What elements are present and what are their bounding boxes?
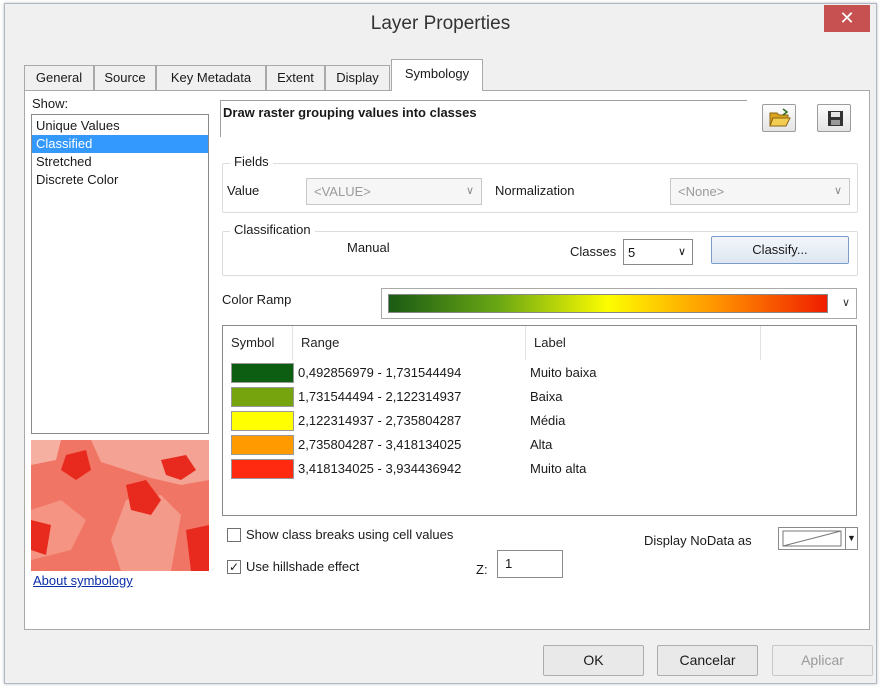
table-row[interactable]: 3,418134025 - 3,934436942 Muito alta <box>223 457 856 481</box>
show-label: Show: <box>32 96 69 111</box>
table-row[interactable]: 0,492856979 - 1,731544494 Muito baixa <box>223 361 856 385</box>
show-item-classified[interactable]: Classified <box>32 135 208 153</box>
show-item-stretched[interactable]: Stretched <box>32 153 208 171</box>
classify-button[interactable]: Classify... <box>711 236 849 264</box>
save-layer-file-button[interactable] <box>817 104 851 132</box>
chevron-down-icon: ∨ <box>841 297 850 309</box>
fields-group-title: Fields <box>230 154 273 169</box>
label-cell[interactable]: Muito alta <box>530 461 586 476</box>
layer-properties-dialog: Layer Properties ✕ General Source Key Me… <box>4 3 877 684</box>
hillshade-checkbox[interactable]: ✓ <box>227 560 241 574</box>
label-cell[interactable]: Baixa <box>530 389 563 404</box>
open-layer-file-button[interactable] <box>762 104 796 132</box>
range-cell[interactable]: 2,122314937 - 2,735804287 <box>298 413 461 428</box>
chevron-down-icon: ∨ <box>833 185 842 197</box>
apply-button[interactable]: Aplicar <box>772 645 873 676</box>
ok-button[interactable]: OK <box>543 645 644 676</box>
symbol-swatch[interactable] <box>231 411 294 431</box>
symbol-swatch[interactable] <box>231 459 294 479</box>
tab-source[interactable]: Source <box>94 65 156 90</box>
table-row[interactable]: 2,122314937 - 2,735804287 Média <box>223 409 856 433</box>
label-cell[interactable]: Média <box>530 413 565 428</box>
classes-label: Classes <box>570 244 617 259</box>
classification-group-title: Classification <box>230 222 315 237</box>
color-ramp-swatch <box>388 294 828 313</box>
tab-display[interactable]: Display <box>325 65 390 90</box>
show-item-discrete-color[interactable]: Discrete Color <box>32 171 208 189</box>
value-field-selected: <VALUE> <box>314 184 371 199</box>
normalization-select[interactable]: <None> ∨ <box>670 178 850 205</box>
show-class-breaks-label: Show class breaks using cell values <box>246 527 454 542</box>
color-ramp-select[interactable]: ∨ <box>381 288 857 319</box>
close-button[interactable]: ✕ <box>824 5 870 32</box>
nodata-swatch-icon <box>782 530 842 547</box>
show-class-breaks-checkbox[interactable] <box>227 528 241 542</box>
chevron-down-icon: ∨ <box>465 185 474 197</box>
z-factor-label: Z: <box>476 562 488 577</box>
folder-open-icon <box>769 108 791 127</box>
tab-extent[interactable]: Extent <box>266 65 325 90</box>
renderer-description: Draw raster grouping values into classes <box>220 100 747 137</box>
about-symbology-link[interactable]: About symbology <box>33 573 133 588</box>
floppy-disk-icon <box>828 111 843 126</box>
classification-method: Manual <box>347 240 390 255</box>
table-row[interactable]: 1,731544494 - 2,122314937 Baixa <box>223 385 856 409</box>
symbology-preview-image <box>31 440 209 571</box>
cancel-button[interactable]: Cancelar <box>657 645 758 676</box>
symbology-panel: Show: Unique Values Classified Stretched… <box>24 90 870 630</box>
show-list: Unique Values Classified Stretched Discr… <box>31 114 209 434</box>
value-field-label: Value <box>227 183 260 198</box>
range-cell[interactable]: 1,731544494 - 2,122314937 <box>298 389 461 404</box>
symbol-swatch[interactable] <box>231 387 294 407</box>
label-cell[interactable]: Muito baixa <box>530 365 596 380</box>
range-cell[interactable]: 2,735804287 - 3,418134025 <box>298 437 461 452</box>
normalization-selected: <None> <box>678 184 725 199</box>
tab-symbology[interactable]: Symbology <box>391 59 483 91</box>
label-cell[interactable]: Alta <box>530 437 552 452</box>
value-field-select[interactable]: <VALUE> ∨ <box>306 178 482 205</box>
color-ramp-label: Color Ramp <box>222 292 292 307</box>
classes-select[interactable]: 5 ∨ <box>623 239 693 265</box>
tab-key-metadata[interactable]: Key Metadata <box>156 65 266 90</box>
display-nodata-label: Display NoData as <box>644 533 752 548</box>
normalization-label: Normalization <box>495 183 575 198</box>
z-factor-input[interactable]: 1 <box>497 550 563 578</box>
table-row[interactable]: 2,735804287 - 3,418134025 Alta <box>223 433 856 457</box>
title-bar: Layer Properties ✕ <box>5 4 876 44</box>
dropdown-arrow-icon: ▼ <box>845 528 857 549</box>
hillshade-label: Use hillshade effect <box>246 559 360 574</box>
show-item-unique-values[interactable]: Unique Values <box>32 117 208 135</box>
column-header-range[interactable]: Range <box>293 326 526 360</box>
chevron-down-icon: ∨ <box>677 246 686 258</box>
column-header-label[interactable]: Label <box>526 326 761 360</box>
nodata-color-picker[interactable]: ▼ <box>778 527 858 550</box>
range-cell[interactable]: 0,492856979 - 1,731544494 <box>298 365 461 380</box>
classes-value: 5 <box>628 245 636 260</box>
classified-raster-preview <box>31 440 209 571</box>
symbol-swatch[interactable] <box>231 363 294 383</box>
symbol-swatch[interactable] <box>231 435 294 455</box>
dialog-title: Layer Properties <box>370 13 511 34</box>
checkmark-icon: ✓ <box>228 560 240 574</box>
class-table: Symbol Range Label 0,492856979 - 1,73154… <box>222 325 857 516</box>
range-cell[interactable]: 3,418134025 - 3,934436942 <box>298 461 461 476</box>
close-icon: ✕ <box>839 8 855 28</box>
column-header-symbol[interactable]: Symbol <box>223 326 293 360</box>
tab-general[interactable]: General <box>24 65 94 90</box>
